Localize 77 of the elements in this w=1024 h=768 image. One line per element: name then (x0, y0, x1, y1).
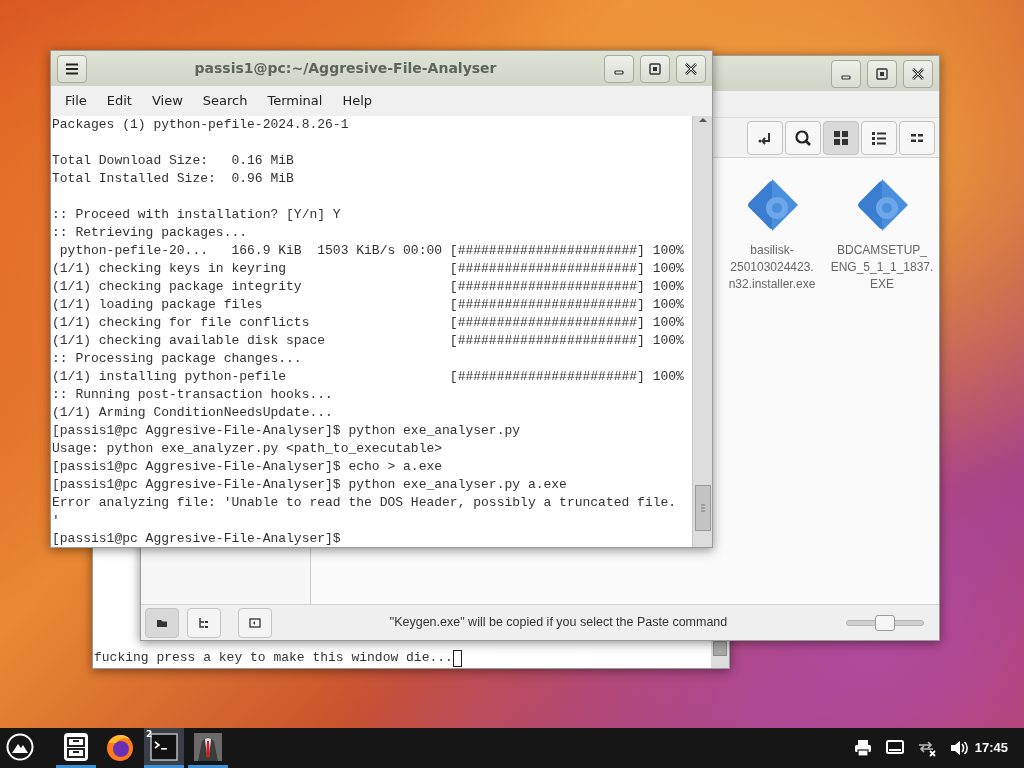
maximize-button[interactable] (867, 59, 897, 88)
minimize-icon (614, 70, 624, 75)
view-button[interactable] (861, 120, 897, 155)
view-button[interactable] (899, 120, 935, 155)
terminal-line: (1/1) Arming ConditionNeedsUpdate... (52, 404, 334, 422)
terminal-line: :: Proceed with installation? [Y/n] Y (52, 206, 342, 224)
sidebar-toggle-button[interactable] (238, 607, 272, 638)
close-button[interactable] (676, 54, 706, 83)
close-icon (910, 65, 926, 82)
search-icon (794, 128, 812, 147)
close-button[interactable] (903, 59, 933, 88)
terminal-line: fucking press a key to make this window die... (94, 649, 453, 667)
view-button[interactable] (823, 120, 859, 155)
terminal-line: :: Processing package changes... (52, 350, 303, 368)
text-cursor (452, 649, 462, 667)
terminal-line: (1/1) checking package integrity [#######################] 100% (52, 278, 685, 296)
terminal-line: ' (52, 512, 61, 530)
terminal-line: [passis1@pc Aggresive-File-Analyser]$ echo > a.exe (52, 458, 444, 476)
file-item[interactable]: BDCAMSETUP_ ENG_5_1_1_1837. EXE (827, 158, 937, 293)
status-text: "Keygen.exe" will be copied if you select the Paste command (388, 614, 729, 632)
minimize-button[interactable] (604, 54, 634, 83)
terminal-line: Usage: python exe_analyzer.py <path_to_executable> (52, 440, 444, 458)
maximize-icon (647, 60, 663, 77)
terminal-line: Error analyzing file: 'Unable to read the DOS Header, possibly a truncated file. (52, 494, 678, 512)
window-title: passis1@pc:~/Aggresive-File-Analyser (193, 59, 498, 78)
slider-thumb[interactable] (875, 614, 895, 631)
grid-view-icon (832, 128, 850, 147)
file-name: basilisk- (749, 242, 795, 259)
menu-item[interactable]: View (141, 91, 193, 111)
minimize-button[interactable] (831, 59, 861, 88)
terminal-line: (1/1) checking for file conflicts [#######################] 100% (52, 314, 685, 332)
terminal-line: python-pefile-20... 166.9 KiB 1503 KiB/s 00:00 [#######################] 100% (58, 242, 685, 260)
terminal-line: Packages (1) python-pefile-2024.8.26-1 (52, 116, 350, 134)
file-item[interactable]: basilisk- 250103024423. n32.installer.exe (717, 158, 827, 293)
window-count: 2 (146, 729, 153, 739)
terminal-line: (1/1) loading package files [#######################] 100% (52, 296, 685, 314)
terminal-line: (1/1) checking keys in keyring [#######################] 100% (52, 260, 685, 278)
sidebar-toggle-button[interactable] (145, 607, 179, 638)
file-name: n32.installer.exe (728, 276, 816, 293)
terminal-line: :: Running post-transaction hooks... (52, 386, 334, 404)
terminal-line: [passis1@pc Aggresive-File-Analyser]$ (52, 530, 342, 548)
mountain-logo-icon (6, 732, 34, 761)
menu-item[interactable]: Terminal (257, 91, 333, 111)
terminal-line: [passis1@pc Aggresive-File-Analyser]$ python exe_analyser.py a.exe (52, 476, 568, 494)
suit-figure-icon (192, 730, 224, 763)
terminal-line: Total Installed Size: 0.96 MiB (52, 170, 295, 188)
file-name: 250103024423. (729, 259, 815, 276)
clock: 17:45 (974, 739, 1008, 758)
volume-icon[interactable] (948, 738, 969, 758)
menu-item[interactable]: File (55, 91, 97, 111)
maximize-button[interactable] (640, 54, 670, 83)
file-name: ENG_5_1_1_1837. (830, 259, 934, 276)
view-button[interactable] (785, 120, 821, 155)
close-icon (683, 60, 699, 77)
terminal-line: Total Download Size: 0.16 MiB (52, 152, 295, 170)
terminal-line: :: Retrieving packages... (52, 224, 249, 242)
sidebar-toggle-button[interactable] (187, 607, 221, 638)
menu-item[interactable]: Edit (96, 91, 142, 111)
grip-icon[interactable] (699, 503, 706, 513)
terminal-line: (1/1) checking available disk space [#######################] 100% (52, 332, 685, 350)
file-name: EXE (869, 276, 895, 293)
terminal-icon (148, 730, 180, 763)
maximize-icon (874, 65, 890, 82)
minimize-icon (841, 75, 851, 80)
menu-item[interactable]: Help (332, 91, 383, 111)
zoom-slider[interactable] (845, 613, 925, 632)
file-name: BDCAMSETUP_ (836, 242, 928, 259)
network-disconnected-icon[interactable] (916, 738, 937, 758)
printer-icon[interactable] (852, 738, 873, 758)
panel-icon (248, 615, 262, 630)
view-button[interactable] (747, 120, 783, 155)
taskbar-app-button[interactable]: 2 (144, 728, 184, 768)
terminal-line: [passis1@pc Aggresive-File-Analyser]$ python exe_analyser.py (52, 422, 522, 440)
tree-icon (197, 615, 211, 630)
menu-item[interactable]: Search (192, 91, 258, 111)
menu-button[interactable] (57, 54, 87, 83)
terminal-line: (1/1) installing python-pefile [#######################] 100% (52, 368, 685, 386)
